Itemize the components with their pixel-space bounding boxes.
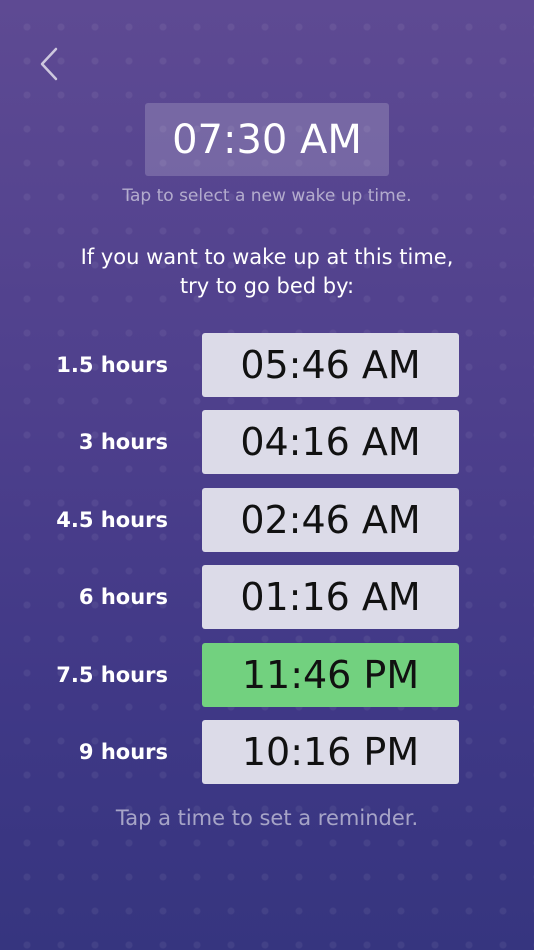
bedtime-option: 9 hours 10:16 PM — [0, 720, 534, 784]
instruction-line-1: If you want to wake up at this time, — [80, 245, 454, 269]
instruction-line-2: try to go bed by: — [179, 274, 355, 298]
sleep-duration-label: 6 hours — [78, 585, 168, 609]
instruction-text: If you want to wake up at this time, try… — [0, 243, 534, 301]
bedtime-option: 4.5 hours 02:46 AM — [0, 488, 534, 552]
sleep-duration-label: 1.5 hours — [56, 353, 168, 377]
bedtime-button[interactable]: 10:16 PM — [202, 720, 459, 784]
bedtime-option-recommended: 7.5 hours 11:46 PM — [0, 643, 534, 707]
chevron-left-icon — [40, 47, 58, 81]
sleep-duration-label: 3 hours — [78, 430, 168, 454]
bedtime-button[interactable]: 01:16 AM — [202, 565, 459, 629]
sleep-duration-label: 7.5 hours — [56, 663, 168, 687]
bedtime-option: 6 hours 01:16 AM — [0, 565, 534, 629]
back-button[interactable] — [36, 44, 62, 84]
recommended-bedtime-button[interactable]: 11:46 PM — [202, 643, 459, 707]
bedtime-button[interactable]: 05:46 AM — [202, 333, 459, 397]
bedtime-button[interactable]: 02:46 AM — [202, 488, 459, 552]
sleep-duration-label: 4.5 hours — [56, 508, 168, 532]
reminder-hint: Tap a time to set a reminder. — [115, 806, 419, 830]
wake-time-value: 07:30 AM — [172, 116, 362, 163]
bedtime-button[interactable]: 04:16 AM — [202, 410, 459, 474]
bedtime-option: 1.5 hours 05:46 AM — [0, 333, 534, 397]
wake-time-button[interactable]: 07:30 AM — [145, 103, 389, 176]
bedtime-option: 3 hours 04:16 AM — [0, 410, 534, 474]
wake-time-hint: Tap to select a new wake up time. — [122, 186, 412, 206]
sleep-duration-label: 9 hours — [78, 740, 168, 764]
